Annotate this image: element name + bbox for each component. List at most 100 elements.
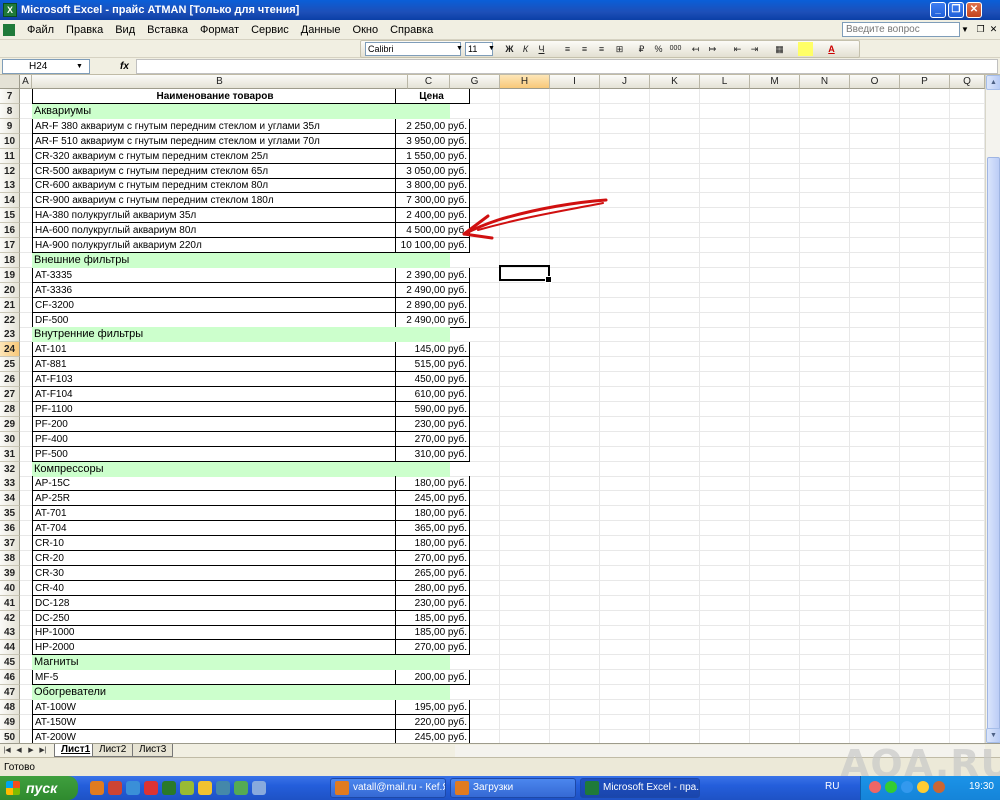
product-name-cell[interactable]: AT-3335 — [32, 268, 396, 283]
task-button-excel[interactable]: Microsoft Excel - пра... — [580, 778, 700, 798]
row-header[interactable]: 28 — [0, 402, 20, 417]
quicklaunch-opera-icon[interactable] — [108, 781, 122, 795]
price-cell[interactable]: 310,00 руб. — [396, 447, 470, 462]
row-header[interactable]: 45 — [0, 655, 20, 670]
price-cell[interactable]: 220,00 руб. — [396, 715, 470, 730]
price-cell[interactable]: 180,00 руб. — [396, 506, 470, 521]
price-cell[interactable]: 1 550,00 руб. — [396, 149, 470, 164]
tray-app-icon[interactable] — [869, 781, 881, 793]
price-cell[interactable]: 245,00 руб. — [396, 491, 470, 506]
price-cell[interactable]: 195,00 руб. — [396, 700, 470, 715]
column-header[interactable]: C — [408, 75, 450, 89]
tray-volume-icon[interactable] — [917, 781, 929, 793]
product-name-cell[interactable]: HA-600 полукруглый аквариум 80л — [32, 223, 396, 238]
active-cell[interactable] — [499, 265, 552, 283]
prev-sheet-icon[interactable]: ◀ — [14, 745, 24, 757]
chevron-down-icon[interactable]: ▼ — [456, 42, 463, 56]
price-cell[interactable]: 3 950,00 руб. — [396, 134, 470, 149]
select-all-corner[interactable] — [0, 75, 20, 89]
menu-window[interactable]: Окно — [347, 24, 385, 36]
row-header[interactable]: 14 — [0, 193, 20, 208]
row-header[interactable]: 35 — [0, 506, 20, 521]
row-header[interactable]: 49 — [0, 715, 20, 730]
column-header[interactable]: P — [900, 75, 950, 89]
product-name-cell[interactable]: AT-150W — [32, 715, 396, 730]
currency-format-button[interactable]: ₽ — [634, 42, 649, 56]
row-header[interactable]: 23 — [0, 327, 20, 342]
row-header[interactable]: 38 — [0, 551, 20, 566]
align-left-button[interactable]: ≡ — [560, 42, 575, 56]
price-cell[interactable]: 270,00 руб. — [396, 640, 470, 655]
row-header[interactable]: 9 — [0, 119, 20, 134]
row-header[interactable]: 11 — [0, 149, 20, 164]
row-header[interactable]: 10 — [0, 134, 20, 149]
borders-button[interactable]: ▦ — [772, 42, 787, 56]
chevron-down-icon[interactable]: ▼ — [960, 22, 970, 37]
row-header[interactable]: 24 — [0, 342, 20, 357]
sheet-tab-2[interactable]: Лист2 — [92, 744, 134, 757]
scroll-thumb[interactable] — [987, 157, 1000, 737]
category-name-cell[interactable]: Внешние фильтры — [32, 253, 450, 268]
product-name-cell[interactable]: AR-F 380 аквариум с гнутым передним стек… — [32, 119, 396, 134]
menu-data[interactable]: Данные — [295, 24, 347, 36]
product-name-cell[interactable]: CR-20 — [32, 551, 396, 566]
scroll-down-icon[interactable]: ▼ — [986, 728, 1000, 743]
start-button[interactable]: пуск — [0, 776, 78, 800]
product-name-cell[interactable]: AT-881 — [32, 357, 396, 372]
product-name-cell[interactable]: AT-100W — [32, 700, 396, 715]
product-name-cell[interactable]: CF-3200 — [32, 298, 396, 313]
decrease-decimal-button[interactable]: ↦ — [705, 42, 720, 56]
product-name-cell[interactable]: CR-900 аквариум с гнутым передним стекло… — [32, 193, 396, 208]
thousands-format-button[interactable]: 000 — [668, 42, 683, 56]
row-header[interactable]: 29 — [0, 417, 20, 432]
row-header[interactable]: 27 — [0, 387, 20, 402]
language-indicator[interactable]: RU — [825, 781, 839, 792]
product-name-cell[interactable]: HA-900 полукруглый аквариум 220л — [32, 238, 396, 253]
minimize-button[interactable]: _ — [930, 2, 946, 18]
first-sheet-icon[interactable]: |◀ — [2, 745, 12, 757]
row-header[interactable]: 8 — [0, 104, 20, 119]
product-name-cell[interactable]: CR-10 — [32, 536, 396, 551]
row-header[interactable]: 48 — [0, 700, 20, 715]
product-name-cell[interactable]: PF-1100 — [32, 402, 396, 417]
product-name-cell[interactable]: HA-380 полукруглый аквариум 35л — [32, 208, 396, 223]
product-name-cell[interactable]: AR-F 510 аквариум с гнутым передним стек… — [32, 134, 396, 149]
increase-decimal-button[interactable]: ↤ — [688, 42, 703, 56]
row-header[interactable]: 25 — [0, 357, 20, 372]
quicklaunch-app-icon[interactable] — [216, 781, 230, 795]
product-name-cell[interactable]: PF-500 — [32, 447, 396, 462]
product-name-cell[interactable]: AT-701 — [32, 506, 396, 521]
tray-network-icon[interactable] — [901, 781, 913, 793]
percent-format-button[interactable]: % — [651, 42, 666, 56]
product-name-cell[interactable]: CR-500 аквариум с гнутым передним стекло… — [32, 164, 396, 179]
chevron-down-icon[interactable]: ▼ — [488, 42, 495, 56]
close-button[interactable]: ✕ — [966, 2, 982, 18]
price-cell[interactable]: 230,00 руб. — [396, 417, 470, 432]
fill-color-icon[interactable] — [798, 42, 813, 56]
price-cell[interactable]: 230,00 руб. — [396, 596, 470, 611]
row-header[interactable]: 7 — [0, 89, 20, 104]
row-header[interactable]: 50 — [0, 730, 20, 743]
product-name-cell[interactable]: AT-3336 — [32, 283, 396, 298]
product-name-cell[interactable]: PF-400 — [32, 432, 396, 447]
price-cell[interactable]: 270,00 руб. — [396, 551, 470, 566]
product-name-cell[interactable]: CR-30 — [32, 566, 396, 581]
workbook-restore-button[interactable]: ❐ — [974, 23, 987, 36]
price-cell[interactable]: 2 890,00 руб. — [396, 298, 470, 313]
row-header[interactable]: 31 — [0, 447, 20, 462]
category-name-cell[interactable]: Компрессоры — [32, 462, 450, 477]
price-cell[interactable]: 2 490,00 руб. — [396, 283, 470, 298]
menu-format[interactable]: Формат — [194, 24, 245, 36]
price-cell[interactable]: 280,00 руб. — [396, 581, 470, 596]
quicklaunch-app-icon[interactable] — [252, 781, 266, 795]
column-header[interactable]: L — [700, 75, 750, 89]
column-header[interactable]: A — [20, 75, 32, 89]
column-header[interactable]: M — [750, 75, 800, 89]
row-header[interactable]: 22 — [0, 313, 20, 328]
row-header[interactable]: 36 — [0, 521, 20, 536]
quicklaunch-app-icon[interactable] — [234, 781, 248, 795]
chevron-down-icon[interactable]: ▼ — [76, 59, 83, 74]
vertical-scrollbar[interactable]: ▲ ▼ — [985, 75, 1000, 743]
price-cell[interactable]: 185,00 руб. — [396, 625, 470, 640]
quicklaunch-firefox-icon[interactable] — [90, 781, 104, 795]
